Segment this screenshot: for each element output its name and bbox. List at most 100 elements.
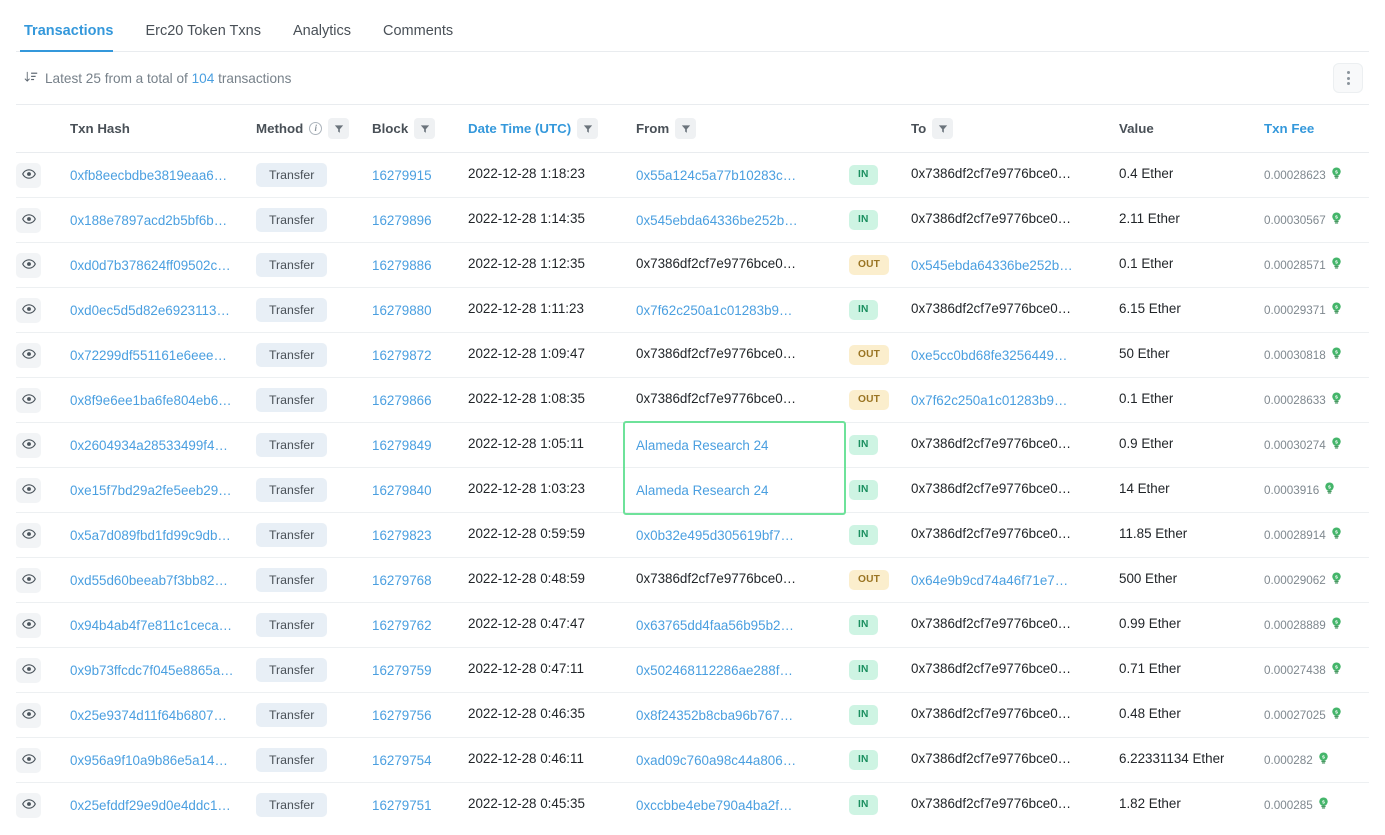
date-time-filter-icon[interactable] bbox=[577, 118, 599, 139]
view-details-button[interactable] bbox=[16, 612, 41, 638]
gas-tracker-icon[interactable]: $ bbox=[1331, 257, 1342, 273]
block-link[interactable]: 16279754 bbox=[372, 753, 432, 768]
from-address[interactable]: 0xccbbe4ebe790a4ba2f… bbox=[636, 798, 792, 813]
txn-hash-link[interactable]: 0xe15f7bd29a2fe5eeb29… bbox=[70, 483, 232, 498]
from-address[interactable]: 0x502468112286ae288f… bbox=[636, 663, 793, 678]
txn-hash-link[interactable]: 0x94b4ab4f7e811c1ceca… bbox=[70, 618, 232, 633]
method-badge: Transfer bbox=[256, 522, 328, 548]
from-address[interactable]: Alameda Research 24 bbox=[636, 438, 769, 453]
transaction-count[interactable]: 104 bbox=[192, 71, 215, 86]
txn-hash-link[interactable]: 0x25efddf29e9d0e4ddc1… bbox=[70, 798, 231, 813]
txn-hash-link[interactable]: 0x9b73ffcdc7f045e8865a… bbox=[70, 663, 234, 678]
gas-tracker-icon[interactable]: $ bbox=[1331, 392, 1342, 408]
block-link[interactable]: 16279872 bbox=[372, 348, 432, 363]
tab-comments[interactable]: Comments bbox=[367, 23, 469, 52]
txn-hash-link[interactable]: 0x188e7897acd2b5bf6b… bbox=[70, 213, 227, 228]
block-link[interactable]: 16279823 bbox=[372, 528, 432, 543]
from-address[interactable]: 0x8f24352b8cba96b767… bbox=[636, 708, 793, 723]
eye-icon bbox=[21, 302, 36, 319]
cell-eye bbox=[16, 647, 70, 693]
block-link[interactable]: 16279840 bbox=[372, 483, 432, 498]
txn-hash-link[interactable]: 0xd0ec5d5d82e6923113… bbox=[70, 303, 230, 318]
info-icon[interactable]: i bbox=[309, 122, 323, 135]
view-details-button[interactable] bbox=[16, 297, 41, 323]
to-address[interactable]: 0x545ebda64336be252b… bbox=[911, 258, 1073, 273]
to-address[interactable]: 0x64e9b9cd74a46f71e7… bbox=[911, 573, 1068, 588]
from-address[interactable]: Alameda Research 24 bbox=[636, 483, 769, 498]
from-filter-icon[interactable] bbox=[675, 118, 697, 139]
from-address[interactable]: 0x55a124c5a77b10283c… bbox=[636, 168, 796, 183]
txn-hash-link[interactable]: 0x5a7d089fbd1fd99c9db… bbox=[70, 528, 231, 543]
from-address[interactable]: 0x63765dd4faa56b95b2… bbox=[636, 618, 794, 633]
view-details-button[interactable] bbox=[16, 522, 41, 548]
block-link[interactable]: 16279768 bbox=[372, 573, 432, 588]
method-filter-icon[interactable] bbox=[328, 118, 350, 139]
txn-hash-link[interactable]: 0xd55d60beeab7f3bb82… bbox=[70, 573, 228, 588]
view-details-button[interactable] bbox=[16, 567, 41, 593]
view-details-button[interactable] bbox=[16, 702, 41, 728]
view-details-button[interactable] bbox=[16, 342, 41, 368]
tab-transactions[interactable]: Transactions bbox=[20, 23, 129, 52]
to-address: 0x7386df2cf7e9776bce0… bbox=[911, 661, 1072, 676]
block-link[interactable]: 16279896 bbox=[372, 213, 432, 228]
gas-tracker-icon[interactable]: $ bbox=[1331, 437, 1342, 453]
to-address[interactable]: 0x7f62c250a1c01283b9… bbox=[911, 393, 1067, 408]
gas-tracker-icon[interactable]: $ bbox=[1331, 707, 1342, 723]
block-link[interactable]: 16279886 bbox=[372, 258, 432, 273]
to-filter-icon[interactable] bbox=[932, 118, 954, 139]
view-details-button[interactable] bbox=[16, 207, 41, 233]
txn-fee: 0.00030567 $ bbox=[1264, 212, 1369, 228]
gas-tracker-icon[interactable]: $ bbox=[1331, 617, 1342, 633]
block-link[interactable]: 16279759 bbox=[372, 663, 432, 678]
block-filter-icon[interactable] bbox=[414, 118, 436, 139]
cell-to: 0x7386df2cf7e9776bce0… bbox=[911, 512, 1119, 558]
gas-tracker-icon[interactable]: $ bbox=[1331, 302, 1342, 318]
block-link[interactable]: 16279756 bbox=[372, 708, 432, 723]
txn-hash-link[interactable]: 0x2604934a28533499f4… bbox=[70, 438, 228, 453]
txn-hash-link[interactable]: 0x956a9f10a9b86e5a14… bbox=[70, 753, 228, 768]
gas-tracker-icon[interactable]: $ bbox=[1324, 482, 1335, 498]
gas-tracker-icon[interactable]: $ bbox=[1331, 167, 1342, 183]
gas-tracker-icon[interactable]: $ bbox=[1318, 797, 1329, 813]
th-txn-fee[interactable]: Txn Fee bbox=[1264, 105, 1369, 153]
view-details-button[interactable] bbox=[16, 387, 41, 413]
gas-tracker-icon[interactable]: $ bbox=[1331, 662, 1342, 678]
from-address[interactable]: 0x0b32e495d305619bf7… bbox=[636, 528, 794, 543]
block-link[interactable]: 16279849 bbox=[372, 438, 432, 453]
view-details-button[interactable] bbox=[16, 477, 41, 503]
gas-tracker-icon[interactable]: $ bbox=[1331, 572, 1342, 588]
block-link[interactable]: 16279762 bbox=[372, 618, 432, 633]
txn-hash-link[interactable]: 0x8f9e6ee1ba6fe804eb6… bbox=[70, 393, 232, 408]
gas-tracker-icon[interactable]: $ bbox=[1331, 212, 1342, 228]
txn-hash-link[interactable]: 0x72299df551161e6eee… bbox=[70, 348, 227, 363]
view-details-button[interactable] bbox=[16, 432, 41, 458]
cell-direction: IN bbox=[849, 783, 911, 828]
date-time-text: 2022-12-28 1:05:11 bbox=[468, 436, 584, 451]
gas-tracker-icon[interactable]: $ bbox=[1331, 347, 1342, 363]
th-date-time[interactable]: Date Time (UTC) bbox=[468, 105, 636, 153]
from-address[interactable]: 0xad09c760a98c44a806… bbox=[636, 753, 796, 768]
gas-tracker-icon[interactable]: $ bbox=[1331, 527, 1342, 543]
view-details-button[interactable] bbox=[16, 792, 41, 818]
view-details-button[interactable] bbox=[16, 162, 41, 188]
cell-direction: OUT bbox=[849, 377, 911, 423]
block-link[interactable]: 16279880 bbox=[372, 303, 432, 318]
gas-tracker-icon[interactable]: $ bbox=[1318, 752, 1329, 768]
summary-suffix: transactions bbox=[218, 70, 292, 86]
tab-analytics[interactable]: Analytics bbox=[277, 23, 367, 52]
block-link[interactable]: 16279915 bbox=[372, 168, 432, 183]
txn-hash-link[interactable]: 0x25e9374d11f64b6807… bbox=[70, 708, 227, 723]
txn-hash-link[interactable]: 0xd0d7b378624ff09502c… bbox=[70, 258, 231, 273]
block-link[interactable]: 16279866 bbox=[372, 393, 432, 408]
txn-hash-link[interactable]: 0xfb8eecbdbe3819eaa6… bbox=[70, 168, 227, 183]
view-details-button[interactable] bbox=[16, 657, 41, 683]
kebab-menu-button[interactable] bbox=[1333, 63, 1363, 93]
view-details-button[interactable] bbox=[16, 252, 41, 278]
sort-descending-icon[interactable] bbox=[24, 70, 38, 87]
view-details-button[interactable] bbox=[16, 747, 41, 773]
from-address[interactable]: 0x7f62c250a1c01283b9… bbox=[636, 303, 792, 318]
from-address[interactable]: 0x545ebda64336be252b… bbox=[636, 213, 798, 228]
block-link[interactable]: 16279751 bbox=[372, 798, 432, 813]
to-address[interactable]: 0xe5cc0bd68fe3256449… bbox=[911, 348, 1067, 363]
tab-erc20-token-txns[interactable]: Erc20 Token Txns bbox=[129, 23, 277, 52]
